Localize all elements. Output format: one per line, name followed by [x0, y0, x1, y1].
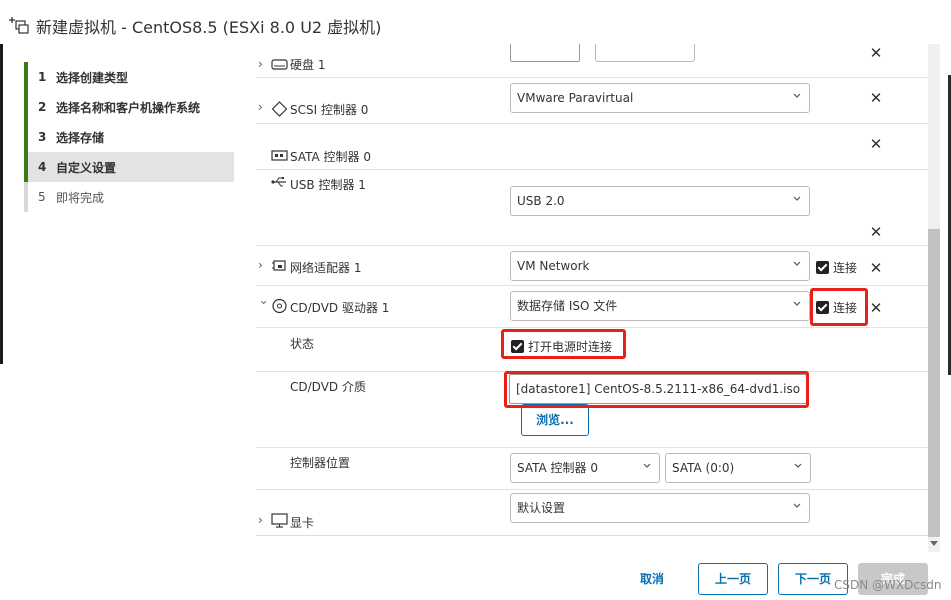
- previous-button[interactable]: 上一页: [698, 563, 768, 595]
- display-select[interactable]: 默认设置: [510, 493, 810, 523]
- highlight-box-connect: [810, 288, 868, 326]
- device-row-display: › 显卡 默认设置: [256, 490, 928, 535]
- device-row-usb: USB 控制器 1 USB 2.0 ✕: [256, 170, 928, 246]
- usb-icon: [271, 174, 288, 190]
- highlight-box-power-on: [501, 329, 626, 359]
- wizard-step-2[interactable]: 2 选择名称和客户机操作系统: [24, 92, 234, 122]
- browse-button[interactable]: 浏览...: [521, 404, 589, 436]
- chevron-down-icon: [794, 463, 802, 468]
- network-adapter-icon: [271, 258, 288, 274]
- cd-icon: [271, 298, 288, 314]
- device-label: 硬盘 1: [290, 58, 326, 72]
- step-number: 4: [38, 160, 47, 174]
- chevron-right-icon[interactable]: ›: [258, 58, 270, 70]
- media-label: CD/DVD 介质: [290, 380, 366, 394]
- select-value: VM Network: [517, 259, 590, 273]
- status-label: 状态: [290, 337, 315, 351]
- disk-size-input[interactable]: [510, 44, 580, 62]
- select-value: 默认设置: [517, 501, 566, 515]
- chevron-right-icon[interactable]: ›: [258, 514, 270, 526]
- wizard-step-4[interactable]: 4 自定义设置: [24, 152, 234, 182]
- cddvd-type-select[interactable]: 数据存储 ISO 文件: [510, 291, 810, 321]
- close-icon[interactable]: ✕: [869, 46, 883, 61]
- wizard-step-3[interactable]: 3 选择存储: [24, 122, 234, 152]
- controller-location-label: 控制器位置: [290, 456, 351, 470]
- device-label: SATA 控制器 0: [290, 150, 371, 164]
- chevron-right-icon[interactable]: ›: [258, 101, 270, 113]
- disk-unit-select[interactable]: [595, 44, 695, 62]
- monitor-icon: [271, 512, 288, 528]
- close-icon[interactable]: ✕: [869, 91, 883, 106]
- device-row-sata: SATA 控制器 0 ✕: [256, 124, 928, 170]
- diamond-icon: [271, 101, 288, 117]
- device-row-network: › 网络适配器 1 VM Network 连接 ✕: [256, 246, 928, 286]
- chevron-down-icon: [643, 463, 651, 468]
- disk-icon: [271, 56, 288, 72]
- scsi-type-select[interactable]: VMware Paravirtual: [510, 83, 810, 113]
- select-value: VMware Paravirtual: [517, 91, 634, 105]
- cddvd-controller-row: 控制器位置 SATA 控制器 0 SATA (0:0): [256, 448, 928, 490]
- select-value: USB 2.0: [517, 194, 565, 208]
- close-icon[interactable]: ✕: [869, 225, 883, 240]
- checkbox-label: 连接: [833, 261, 858, 275]
- device-label: USB 控制器 1: [290, 178, 366, 192]
- watermark-text: CSDN @WXDcsdn: [834, 578, 942, 592]
- chevron-right-icon[interactable]: ›: [258, 259, 270, 271]
- device-label: 显卡: [290, 516, 315, 530]
- step-number: 1: [38, 70, 47, 84]
- wizard-step-5: 5 即将完成: [24, 182, 234, 212]
- step-number: 3: [38, 130, 47, 144]
- sata-icon: [271, 147, 288, 163]
- port-select[interactable]: SATA (0:0): [665, 453, 811, 483]
- step-number: 5: [38, 190, 46, 204]
- step-label: 自定义设置: [56, 160, 117, 175]
- usb-type-select[interactable]: USB 2.0: [510, 186, 810, 216]
- network-connect-checkbox[interactable]: 连接: [816, 259, 857, 276]
- scroll-down-arrow-icon[interactable]: [930, 541, 938, 546]
- chevron-down-icon: [793, 301, 801, 306]
- device-row-scsi: › SCSI 控制器 0 VMware Paravirtual ✕: [256, 78, 928, 124]
- step-label: 选择存储: [56, 130, 105, 145]
- chevron-down-icon[interactable]: ›: [257, 300, 271, 312]
- network-select[interactable]: VM Network: [510, 251, 810, 281]
- select-value: SATA 控制器 0: [517, 461, 598, 475]
- chevron-down-icon: [793, 503, 801, 508]
- device-row-disk: › 硬盘 1 ✕: [256, 44, 928, 78]
- device-label: SCSI 控制器 0: [290, 103, 369, 117]
- device-label: CD/DVD 驱动器 1: [290, 301, 390, 315]
- step-label: 即将完成: [56, 190, 105, 205]
- chevron-down-icon: [793, 196, 801, 201]
- dialog-title: 新建虚拟机 - CentOS8.5 (ESXi 8.0 U2 虚拟机): [36, 18, 382, 37]
- device-label: 网络适配器 1: [290, 261, 362, 275]
- new-vm-icon: [8, 15, 30, 37]
- scrollbar-thumb[interactable]: [928, 229, 940, 537]
- step-label: 选择创建类型: [56, 70, 129, 85]
- close-icon[interactable]: ✕: [869, 301, 883, 316]
- checkbox-checked-icon: [816, 261, 829, 274]
- chevron-down-icon: [793, 261, 801, 266]
- close-icon[interactable]: ✕: [869, 261, 883, 276]
- page-edge-left: [0, 44, 3, 364]
- step-label: 选择名称和客户机操作系统: [56, 100, 201, 115]
- highlight-box-iso-path: [504, 371, 809, 408]
- chevron-down-icon: [793, 93, 801, 98]
- select-value: 数据存储 ISO 文件: [517, 299, 618, 313]
- select-value: SATA (0:0): [672, 461, 735, 475]
- wizard-steps: 1 选择创建类型 2 选择名称和客户机操作系统 3 选择存储 4 自定义设置 5 即将完成: [24, 62, 234, 212]
- step-number: 2: [38, 100, 47, 114]
- close-icon[interactable]: ✕: [869, 137, 883, 152]
- cancel-button[interactable]: 取消: [627, 563, 677, 595]
- wizard-step-1[interactable]: 1 选择创建类型: [24, 62, 234, 92]
- controller-select[interactable]: SATA 控制器 0: [510, 453, 660, 483]
